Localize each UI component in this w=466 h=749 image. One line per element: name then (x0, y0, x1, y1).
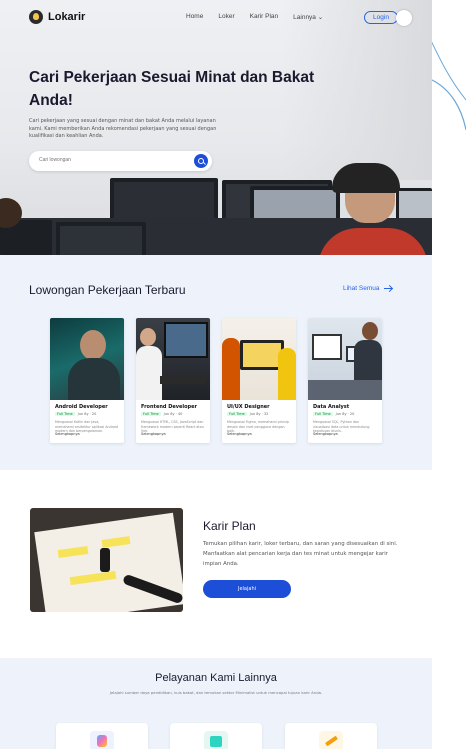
pencil-icon (319, 731, 343, 749)
monitor-photo (110, 178, 218, 222)
nav-lainnya[interactable]: Lainnya ⌄ (293, 13, 323, 21)
job-type-badge: Full Time (313, 412, 333, 416)
service-card[interactable] (56, 723, 148, 749)
quiz-icon (204, 731, 228, 749)
jobs-title: Lowongan Pekerjaan Terbaru (29, 283, 186, 297)
navbar: Lokarir Home Loker Karir Plan Lainnya ⌄ … (0, 0, 432, 36)
nav-lainnya-label: Lainnya (293, 14, 316, 21)
search-input[interactable] (39, 157, 179, 163)
brand-logo[interactable]: Lokarir (29, 10, 85, 24)
logo-icon (29, 10, 43, 24)
job-meta: Jun 8y · 40 (163, 412, 183, 416)
services-description: Jelajahi sumber daya pendidikan, kuis ba… (109, 690, 323, 695)
job-card[interactable]: UI/UX Designer Full Time Jun 8y · 32 Men… (222, 318, 296, 443)
see-all-label: Lihat Semua (343, 285, 380, 292)
nav-links: Home Loker Karir Plan Lainnya ⌄ (186, 13, 323, 21)
hero-section: Lokarir Home Loker Karir Plan Lainnya ⌄ … (0, 0, 432, 255)
job-card[interactable]: Data Analyst Full Time Jun 8y · 20 Mengu… (308, 318, 382, 443)
hero-description: Cari pekerjaan yang sesuai dengan minat … (29, 118, 217, 139)
job-card-more-link[interactable]: Selengkapnya (227, 432, 252, 436)
hero-title: Cari Pekerjaan Sesuai Minat dan Bakat An… (29, 69, 315, 109)
career-description: Temukan pilihan karir, loker terbaru, da… (203, 541, 398, 567)
job-card-title: Android Developer (55, 404, 108, 410)
job-card-image (222, 318, 296, 400)
job-type-badge: Full Time (227, 412, 247, 416)
job-card[interactable]: Frontend Developer Full Time Jun 8y · 40… (136, 318, 210, 443)
job-card-tags: Full Time Jun 8y · 40 (141, 412, 182, 416)
job-card-tags: Full Time Jun 8y · 20 (55, 412, 96, 416)
login-button[interactable]: Login (364, 11, 398, 24)
job-card-more-link[interactable]: Selengkapnya (313, 432, 338, 436)
education-icon (90, 731, 114, 749)
job-type-badge: Full Time (55, 412, 75, 416)
job-card-title: Frontend Developer (141, 404, 197, 410)
brand-name: Lokarir (48, 11, 86, 23)
chevron-down-icon: ⌄ (317, 14, 324, 21)
search-bar (29, 151, 212, 171)
arrow-right-icon (383, 288, 392, 289)
theme-toggle[interactable] (396, 10, 412, 26)
nav-home[interactable]: Home (186, 13, 203, 21)
job-card-tags: Full Time Jun 8y · 20 (313, 412, 354, 416)
service-card[interactable] (170, 723, 262, 749)
job-card-tags: Full Time Jun 8y · 32 (227, 412, 268, 416)
job-card-more-link[interactable]: Selengkapnya (55, 432, 80, 436)
job-card-image (50, 318, 124, 400)
career-title: Karir Plan (203, 519, 256, 533)
job-card-image (308, 318, 382, 400)
search-icon[interactable] (194, 154, 208, 168)
nav-karir-plan[interactable]: Karir Plan (250, 13, 279, 21)
monitor-photo (56, 222, 146, 255)
job-card-title: UI/UX Designer (227, 404, 270, 410)
right-gutter (381, 0, 466, 749)
job-card[interactable]: Android Developer Full Time Jun 8y · 20 … (50, 318, 124, 443)
job-type-badge: Full Time (141, 412, 161, 416)
job-meta: Jun 8y · 32 (249, 412, 269, 416)
job-card-title: Data Analyst (313, 404, 350, 410)
job-card-image (136, 318, 210, 400)
job-meta: Jun 8y · 20 (77, 412, 97, 416)
nav-loker[interactable]: Loker (218, 13, 234, 21)
explore-button[interactable]: Jelajahi (203, 580, 291, 598)
person-photo (332, 163, 400, 193)
service-card[interactable] (285, 723, 377, 749)
job-meta: Jun 8y · 20 (335, 412, 355, 416)
job-card-more-link[interactable]: Selengkapnya (141, 432, 166, 436)
career-image (30, 508, 183, 612)
see-all-link[interactable]: Lihat Semua (343, 285, 392, 292)
services-title: Pelayanan Kami Lainnya (155, 672, 277, 684)
